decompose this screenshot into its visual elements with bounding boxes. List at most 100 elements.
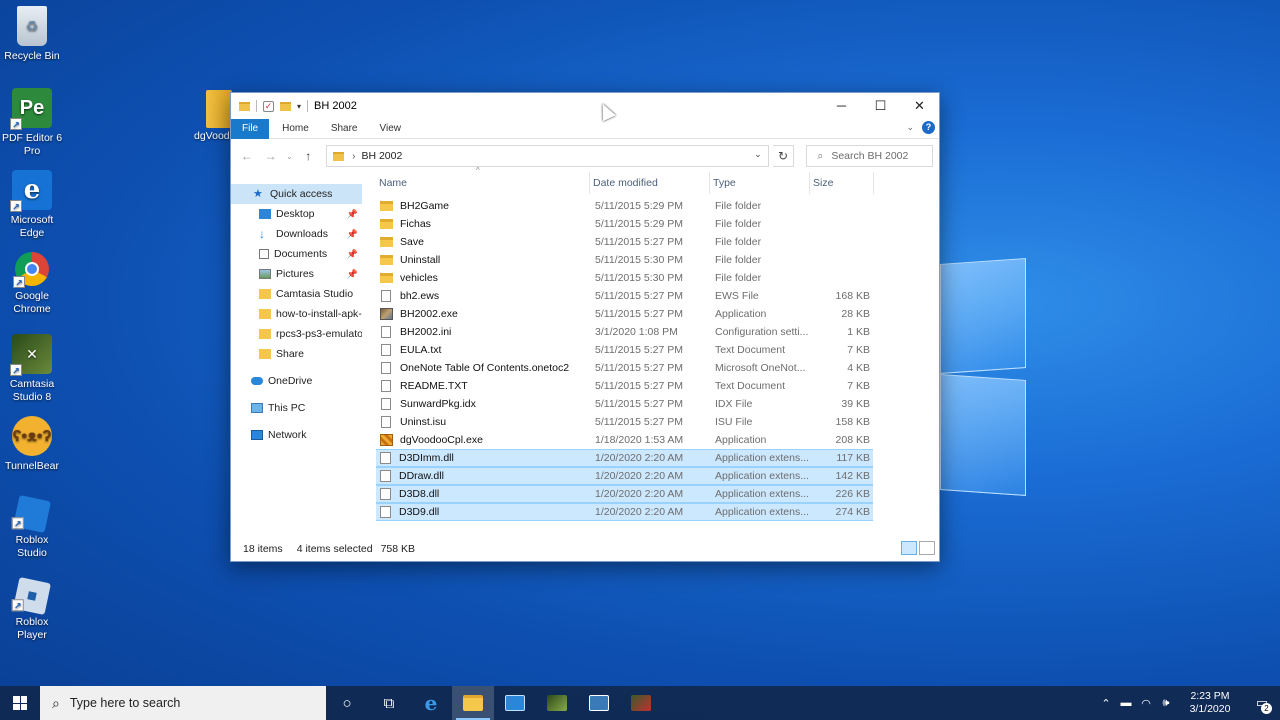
computer-icon <box>251 403 263 413</box>
file-name-cell: OneNote Table Of Contents.onetoc2 <box>376 362 590 374</box>
file-row[interactable]: D3DImm.dll 1/20/2020 2:20 AM Application e… <box>376 449 873 467</box>
file-name: BH2Game <box>400 200 450 212</box>
file-row[interactable]: Fichas 5/11/2015 5:29 PM File folder <box>376 215 873 233</box>
nav-item-rpcs3-ps3-emulator[interactable]: rpcs3-ps3-emulator <box>231 324 362 344</box>
up-arrow-icon[interactable]: ↑ <box>298 149 318 163</box>
camtasia-recorder-taskbar-icon[interactable] <box>578 686 620 720</box>
large-icons-view-button[interactable] <box>919 541 935 555</box>
taskbar-search-box[interactable]: ⌕ Type here to search <box>40 686 326 720</box>
file-row[interactable]: SunwardPkg.idx 5/11/2015 5:27 PM IDX File 3… <box>376 395 873 413</box>
desktop-icon-pdf-editor[interactable]: Pe ↗ PDF Editor 6 Pro <box>0 88 64 158</box>
back-arrow-icon[interactable]: ← <box>237 149 257 163</box>
battery-icon[interactable]: ▬ <box>1116 697 1136 709</box>
application-icon <box>380 434 393 446</box>
address-dropdown-icon[interactable]: ⌄ <box>754 149 762 160</box>
column-header-size[interactable]: Size <box>810 172 874 194</box>
file-row[interactable]: dgVoodooCpl.exe 1/18/2020 1:53 AM Applicat… <box>376 431 873 449</box>
tab-view[interactable]: View <box>369 119 413 139</box>
file-row[interactable]: DDraw.dll 1/20/2020 2:20 AM Application ex… <box>376 467 873 485</box>
file-row[interactable]: Save 5/11/2015 5:27 PM File folder <box>376 233 873 251</box>
refresh-icon[interactable]: ↻ <box>772 145 795 167</box>
file-row[interactable]: Uninstall 5/11/2015 5:30 PM File folder <box>376 251 873 269</box>
file-row[interactable]: BH2002.ini 3/1/2020 1:08 PM Configuration … <box>376 323 873 341</box>
nav-item-share[interactable]: Share <box>231 344 362 364</box>
close-button[interactable]: ✕ <box>900 93 939 119</box>
file-explorer-window[interactable]: ✓ ▾ BH 2002 ─ ☐ ✕ File Home Share View ⌄… <box>230 92 940 562</box>
file-row[interactable]: README.TXT 5/11/2015 5:27 PM Text Document… <box>376 377 873 395</box>
properties-icon[interactable]: ✓ <box>263 100 274 112</box>
file-name: dgVoodooCpl.exe <box>400 434 483 446</box>
desktop-icon-edge[interactable]: e ↗ Microsoft Edge <box>0 170 64 240</box>
nav-item-how-to-install-apk[interactable]: how-to-install-apk- <box>231 304 362 324</box>
wifi-icon[interactable]: ◠ <box>1136 697 1156 710</box>
mail-taskbar-icon[interactable] <box>494 686 536 720</box>
file-row[interactable]: BH2002.exe 5/11/2015 5:27 PM Application 28… <box>376 305 873 323</box>
nav-item-onedrive[interactable]: OneDrive <box>231 371 362 391</box>
clock[interactable]: 2:23 PM 3/1/2020 <box>1180 690 1240 716</box>
start-button[interactable] <box>0 686 40 720</box>
file-name-cell: D3D9.dll <box>376 506 590 518</box>
file-type: Application <box>715 308 767 320</box>
file-row[interactable]: Uninst.isu 5/11/2015 5:27 PM ISU File 158 K… <box>376 413 873 431</box>
search-icon: ⌕ <box>817 149 824 162</box>
nav-item-downloads[interactable]: ↓ Downloads 📌 <box>231 224 362 244</box>
folder-icon <box>380 237 393 247</box>
search-input[interactable]: ⌕ Search BH 2002 <box>806 145 933 167</box>
desktop-icon-roblox-studio[interactable]: ↗ Roblox Studio <box>0 495 64 560</box>
nav-item-camtasia-studio[interactable]: Camtasia Studio <box>231 284 362 304</box>
nav-item-desktop[interactable]: Desktop 📌 <box>231 204 362 224</box>
desktop-icon-tunnelbear[interactable]: ʕ•ᴥ•ʔ TunnelBear <box>0 416 64 473</box>
file-type: Application extens... <box>715 470 809 482</box>
column-header-date[interactable]: Date modified <box>590 172 710 194</box>
minimize-button[interactable]: ─ <box>822 93 861 119</box>
column-header-type[interactable]: Type <box>710 172 810 194</box>
chevron-up-icon[interactable]: ⌃ <box>1096 697 1116 710</box>
download-icon: ↓ <box>259 227 265 241</box>
nav-item-pictures[interactable]: Pictures 📌 <box>231 264 362 284</box>
file-row[interactable]: BH2Game 5/11/2015 5:29 PM File folder <box>376 197 873 215</box>
address-bar[interactable]: › BH 2002 ⌄ <box>326 145 769 167</box>
maximize-button[interactable]: ☐ <box>861 93 900 119</box>
nav-item-documents[interactable]: Documents 📌 <box>231 244 362 264</box>
file-row[interactable]: vehicles 5/11/2015 5:30 PM File folder <box>376 269 873 287</box>
help-icon[interactable]: ? <box>922 121 935 134</box>
breadcrumb[interactable]: BH 2002 <box>361 150 402 162</box>
file-size: 1 KB <box>847 326 870 338</box>
camtasia-taskbar-icon[interactable] <box>536 686 578 720</box>
file-row[interactable]: D3D8.dll 1/20/2020 2:20 AM Application ext… <box>376 485 873 503</box>
recent-locations-chevron-icon[interactable]: ⌄ <box>285 152 295 161</box>
file-explorer-taskbar-icon[interactable] <box>452 686 494 720</box>
volume-icon[interactable]: 🕪 <box>1156 697 1176 710</box>
file-size: 7 KB <box>847 380 870 392</box>
desktop-folder-icon[interactable] <box>206 90 232 128</box>
sort-ascending-icon: ^ <box>476 166 480 175</box>
file-row[interactable]: OneNote Table Of Contents.onetoc2 5/11/20… <box>376 359 873 377</box>
forward-arrow-icon[interactable]: → <box>261 149 281 163</box>
desktop-icon-roblox-player[interactable]: ↗ Roblox Player <box>0 577 64 642</box>
column-header-name[interactable]: Name <box>376 172 590 194</box>
edge-taskbar-icon[interactable]: e <box>410 686 452 720</box>
recording-taskbar-icon[interactable] <box>620 686 662 720</box>
new-folder-icon[interactable] <box>280 101 291 111</box>
file-row[interactable]: D3D9.dll 1/20/2020 2:20 AM Application ext… <box>376 503 873 521</box>
expand-ribbon-chevron-icon[interactable]: ⌄ <box>906 122 914 133</box>
task-view-icon[interactable]: ⧉ <box>368 686 410 720</box>
notification-center-icon[interactable]: ▭ 2 <box>1244 695 1280 714</box>
cortana-icon[interactable]: ○ <box>326 686 368 720</box>
customize-toolbar-dropdown[interactable]: ▾ <box>297 102 301 111</box>
nav-item-this-pc[interactable]: This PC <box>231 398 362 418</box>
title-bar[interactable]: ✓ ▾ BH 2002 ─ ☐ ✕ <box>231 93 939 119</box>
details-view-button[interactable] <box>901 541 917 555</box>
tab-home[interactable]: Home <box>271 119 320 139</box>
nav-item-quick-access[interactable]: ★ Quick access <box>231 184 362 204</box>
tab-file[interactable]: File <box>231 118 270 139</box>
nav-item-network[interactable]: Network <box>231 425 362 445</box>
dll-file-icon <box>380 488 391 500</box>
desktop-icon-chrome[interactable]: ↗ Google Chrome <box>0 252 64 316</box>
tab-share[interactable]: Share <box>320 119 369 139</box>
file-row[interactable]: EULA.txt 5/11/2015 5:27 PM Text Document 7 … <box>376 341 873 359</box>
file-name-cell: Fichas <box>376 218 590 230</box>
desktop-icon-recycle-bin[interactable]: ♻ Recycle Bin <box>0 6 64 63</box>
desktop-icon-camtasia[interactable]: ✕ ↗ Camtasia Studio 8 <box>0 334 64 404</box>
file-row[interactable]: bh2.ews 5/11/2015 5:27 PM EWS File 168 KB <box>376 287 873 305</box>
